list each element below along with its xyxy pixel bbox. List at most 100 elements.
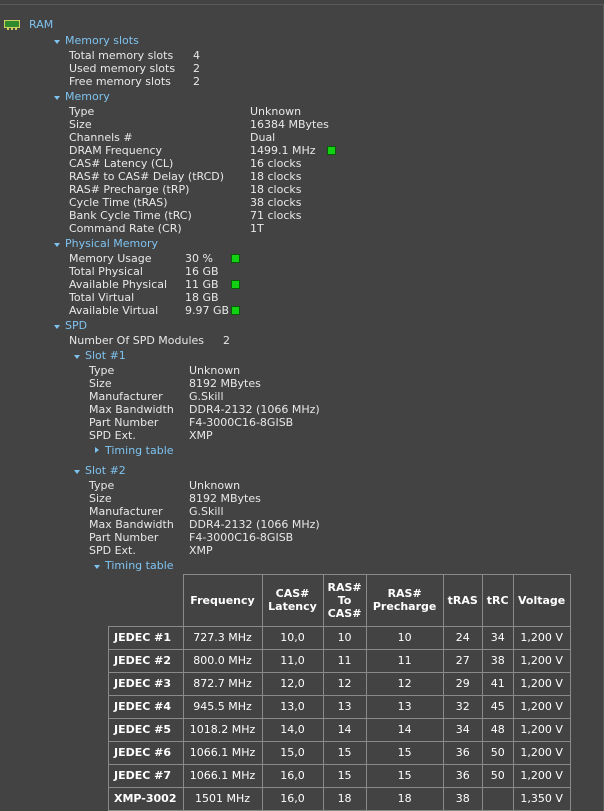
label-bank-cycle-time: Bank Cycle Time (tRC) xyxy=(69,209,192,222)
value-slot1-spd-ext: XMP xyxy=(189,429,213,442)
value-spd-modules: 2 xyxy=(223,334,230,347)
label-dram-frequency: DRAM Frequency xyxy=(69,144,163,157)
sensor-gauge-icon[interactable] xyxy=(327,146,336,155)
cell-frequency: 1018.2 MHz xyxy=(182,717,263,742)
expand-arrow-icon[interactable] xyxy=(74,355,80,359)
timing-table-header-row: Frequency CAS# Latency RAS# To CAS# RAS# Pre… xyxy=(108,574,571,627)
cell-cas-latency: 13,0 xyxy=(261,694,324,719)
row-name: JEDEC #4 xyxy=(108,694,184,719)
value-slot1-manufacturer: G.Skill xyxy=(189,390,224,403)
table-row: JEDEC #6 1066.1 MHz 15,0 15 15 36 50 1,2… xyxy=(108,740,571,765)
label-slot2-type: Type xyxy=(89,479,115,492)
label-total-memory-slots: Total memory slots xyxy=(69,49,174,62)
label-slot1-size: Size xyxy=(89,377,112,390)
sensor-gauge-icon[interactable] xyxy=(231,254,240,263)
expand-arrow-icon[interactable] xyxy=(74,470,80,474)
cell-trc: 41 xyxy=(481,671,514,696)
cell-ras-precharge: 10 xyxy=(365,625,444,650)
cell-voltage: 1,200 V xyxy=(512,694,571,719)
label-cycle-time: Cycle Time (tRAS) xyxy=(69,196,168,209)
cell-voltage: 1,200 V xyxy=(512,740,571,765)
cell-frequency: 945.5 MHz xyxy=(182,694,263,719)
label-slot2-manufacturer: Manufacturer xyxy=(89,505,163,518)
value-slot1-max-bandwidth: DDR4-2132 (1066 MHz) xyxy=(189,403,320,416)
cell-ras-precharge: 18 xyxy=(365,786,444,811)
header-voltage: Voltage xyxy=(512,574,571,627)
value-available-virtual: 9.97 GB xyxy=(185,304,230,317)
label-slot1-spd-ext: SPD Ext. xyxy=(89,429,136,442)
label-size: Size xyxy=(69,118,92,131)
cell-voltage: 1,200 V xyxy=(512,625,571,650)
cell-cas-latency: 14,0 xyxy=(261,717,324,742)
label-slot2-max-bandwidth: Max Bandwidth xyxy=(89,518,174,531)
cell-voltage: 1,350 V xyxy=(512,786,571,811)
cell-tras: 32 xyxy=(442,694,483,719)
collapse-arrow-icon[interactable] xyxy=(95,447,99,453)
label-memory-usage: Memory Usage xyxy=(69,252,152,265)
label-slot1-type: Type xyxy=(89,364,115,377)
value-slot2-part-number: F4-3000C16-8GISB xyxy=(189,531,294,544)
cell-ras-to-cas: 15 xyxy=(322,763,367,788)
cell-cas-latency: 11,0 xyxy=(261,648,324,673)
cell-cas-latency: 10,0 xyxy=(261,625,324,650)
cell-voltage: 1,200 V xyxy=(512,671,571,696)
cell-ras-to-cas: 10 xyxy=(322,625,367,650)
section-slot-1[interactable]: Slot #1 xyxy=(85,349,126,362)
expand-arrow-icon[interactable] xyxy=(54,243,60,247)
sensor-gauge-icon[interactable] xyxy=(231,306,240,315)
cell-ras-to-cas: 15 xyxy=(322,740,367,765)
cell-ras-precharge: 13 xyxy=(365,694,444,719)
cell-ras-to-cas: 11 xyxy=(322,648,367,673)
cell-frequency: 1501 MHz xyxy=(182,786,263,811)
cell-tras: 24 xyxy=(442,625,483,650)
cell-ras-precharge: 11 xyxy=(365,648,444,673)
value-used-memory-slots: 2 xyxy=(193,62,200,75)
section-memory[interactable]: Memory xyxy=(65,90,110,103)
value-cycle-time: 38 clocks xyxy=(250,196,302,209)
label-slot2-size: Size xyxy=(89,492,112,505)
header-cas-line1: CAS# xyxy=(275,587,310,601)
tree-root-ram[interactable]: RAM xyxy=(29,18,53,31)
expand-arrow-icon[interactable] xyxy=(94,565,100,569)
expand-arrow-icon[interactable] xyxy=(54,96,60,100)
cell-ras-to-cas: 13 xyxy=(322,694,367,719)
value-total-virtual: 18 GB xyxy=(185,291,219,304)
header-rasp-line1: RAS# xyxy=(387,587,422,601)
table-row: JEDEC #1 727.3 MHz 10,0 10 10 24 34 1,20… xyxy=(108,625,571,650)
sensor-gauge-icon[interactable] xyxy=(231,280,240,289)
header-ras-to-cas: RAS# To CAS# xyxy=(322,574,367,627)
cell-ras-precharge: 15 xyxy=(365,763,444,788)
header-rascas-line3: CAS# xyxy=(327,606,362,620)
cell-ras-precharge: 12 xyxy=(365,671,444,696)
cell-cas-latency: 16,0 xyxy=(261,786,324,811)
cell-voltage: 1,200 V xyxy=(512,763,571,788)
table-row: XMP-3002 1501 MHz 16,0 18 18 38 1,350 V xyxy=(108,786,571,811)
table-row: JEDEC #5 1018.2 MHz 14,0 14 14 34 48 1,2… xyxy=(108,717,571,742)
header-trc: tRC xyxy=(481,574,514,627)
slot2-timing-table-toggle[interactable]: Timing table xyxy=(105,559,174,572)
expand-arrow-icon[interactable] xyxy=(54,40,60,44)
label-slot1-part-number: Part Number xyxy=(89,416,159,429)
label-slot2-part-number: Part Number xyxy=(89,531,159,544)
header-rascas-line2: To xyxy=(337,593,352,607)
label-slot1-manufacturer: Manufacturer xyxy=(89,390,163,403)
section-physical-memory[interactable]: Physical Memory xyxy=(65,237,158,250)
section-slot-2[interactable]: Slot #2 xyxy=(85,464,126,477)
top-divider xyxy=(0,4,604,5)
section-spd[interactable]: SPD xyxy=(65,319,87,332)
cell-tras: 27 xyxy=(442,648,483,673)
section-memory-slots[interactable]: Memory slots xyxy=(65,34,139,47)
cell-ras-to-cas: 18 xyxy=(322,786,367,811)
expand-arrow-icon[interactable] xyxy=(54,325,60,329)
row-name: JEDEC #6 xyxy=(108,740,184,765)
label-available-virtual: Available Virtual xyxy=(69,304,159,317)
cell-frequency: 872.7 MHz xyxy=(182,671,263,696)
slot1-timing-table-toggle[interactable]: Timing table xyxy=(105,444,174,457)
value-memory-usage: 30 % xyxy=(185,252,213,265)
label-total-physical: Total Physical xyxy=(69,265,143,278)
ram-icon xyxy=(4,20,20,30)
timing-table: Frequency CAS# Latency RAS# To CAS# RAS# Pre… xyxy=(108,574,571,811)
cell-tras: 29 xyxy=(442,671,483,696)
header-cas-line2: Latency xyxy=(268,600,317,614)
label-type: Type xyxy=(69,105,95,118)
